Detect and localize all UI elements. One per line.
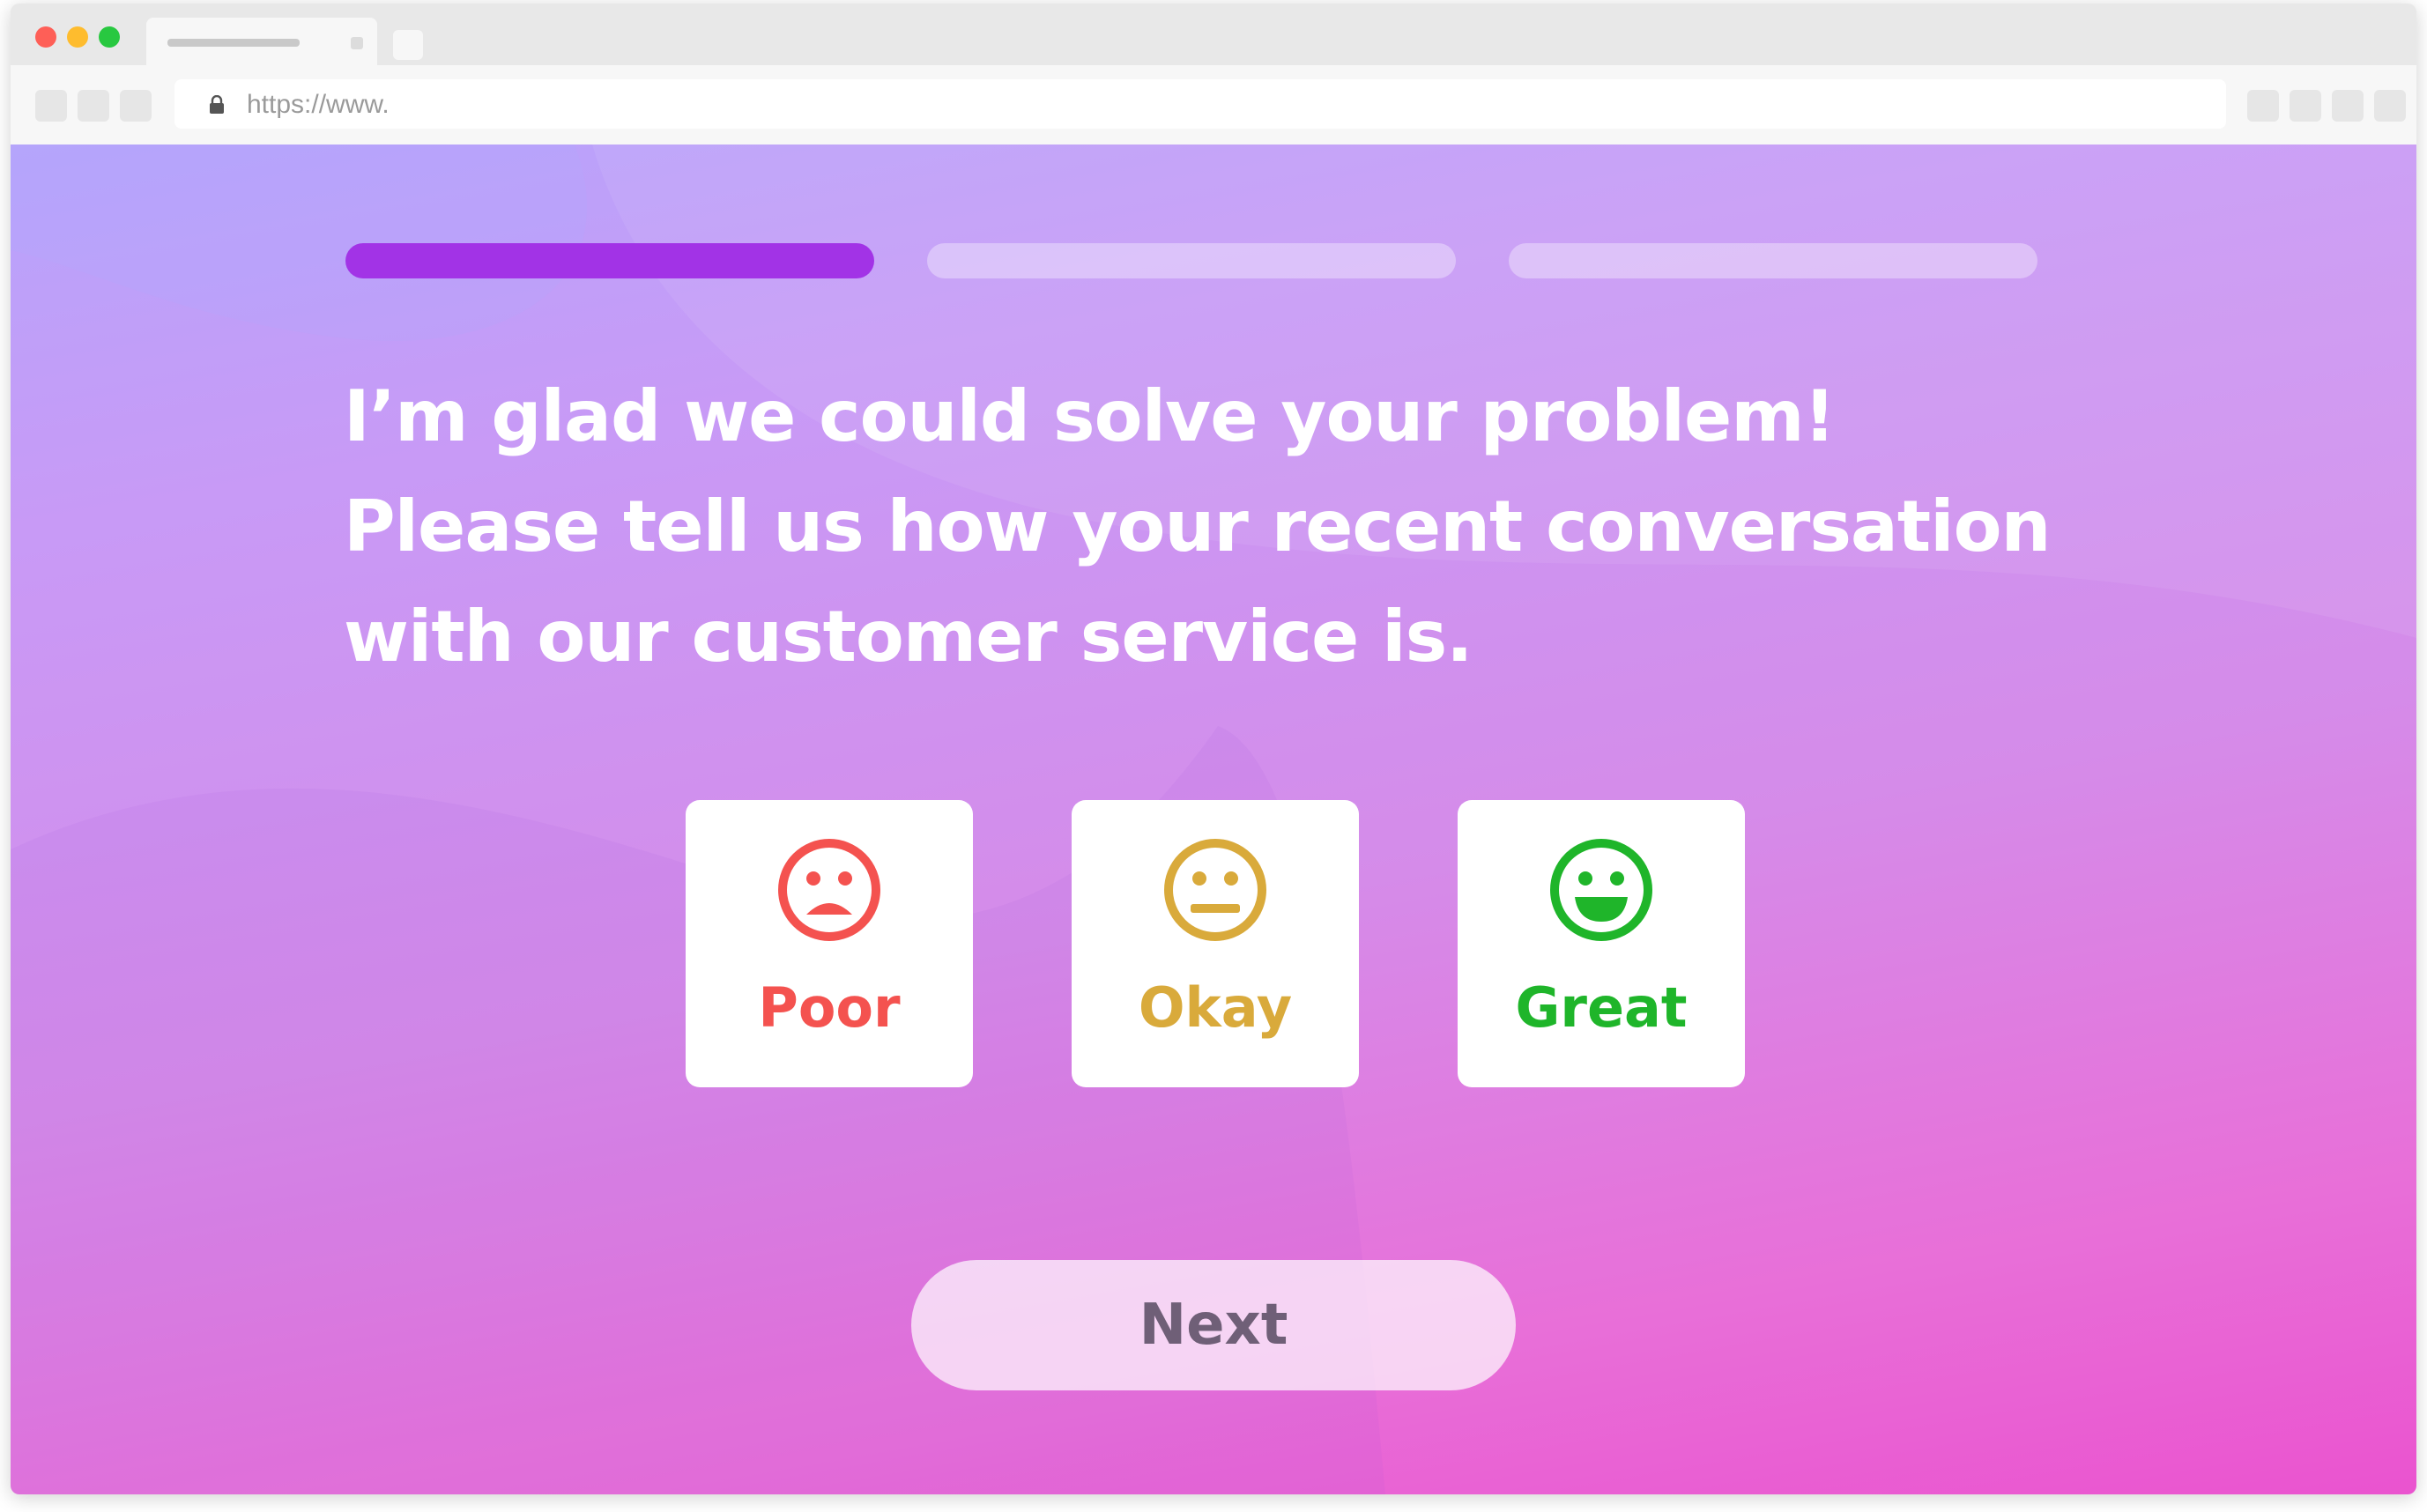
reload-button[interactable] (120, 90, 152, 122)
rating-label-poor: Poor (758, 975, 901, 1040)
happy-face-icon (1550, 839, 1652, 941)
neutral-face-icon (1164, 839, 1266, 941)
browser-tab[interactable] (146, 18, 377, 67)
forward-button[interactable] (78, 90, 109, 122)
survey-question: I’m glad we could solve your problem! Pl… (344, 375, 2052, 678)
progress-step-1 (345, 243, 874, 278)
browser-toolbar: https://www. (11, 65, 2416, 145)
menu-button[interactable] (2374, 90, 2406, 122)
browser-titlebar (11, 4, 2416, 67)
extension-button-3[interactable] (2332, 90, 2364, 122)
rating-label-great: Great (1515, 975, 1688, 1040)
rating-option-okay[interactable]: Okay (1072, 800, 1359, 1087)
rating-label-okay: Okay (1138, 975, 1293, 1040)
maximize-window-button[interactable] (99, 26, 120, 48)
tab-close-icon[interactable] (351, 37, 363, 49)
rating-option-poor[interactable]: Poor (686, 800, 973, 1087)
progress-step-2 (927, 243, 1456, 278)
address-bar[interactable]: https://www. (174, 79, 2226, 129)
progress-step-3 (1509, 243, 2037, 278)
back-button[interactable] (35, 90, 67, 122)
close-window-button[interactable] (35, 26, 56, 48)
minimize-window-button[interactable] (67, 26, 88, 48)
url-text: https://www. (247, 90, 390, 119)
survey-page: I’m glad we could solve your problem! Pl… (11, 145, 2416, 1494)
new-tab-button[interactable] (393, 30, 423, 60)
sad-face-icon (778, 839, 880, 941)
browser-window: https://www. I’m glad we could solve you… (11, 4, 2416, 1494)
tab-title-placeholder (167, 39, 300, 47)
extension-button-2[interactable] (2290, 90, 2321, 122)
lock-icon (210, 95, 224, 114)
next-button[interactable]: Next (911, 1260, 1516, 1390)
rating-option-great[interactable]: Great (1458, 800, 1745, 1087)
extension-button-1[interactable] (2247, 90, 2279, 122)
